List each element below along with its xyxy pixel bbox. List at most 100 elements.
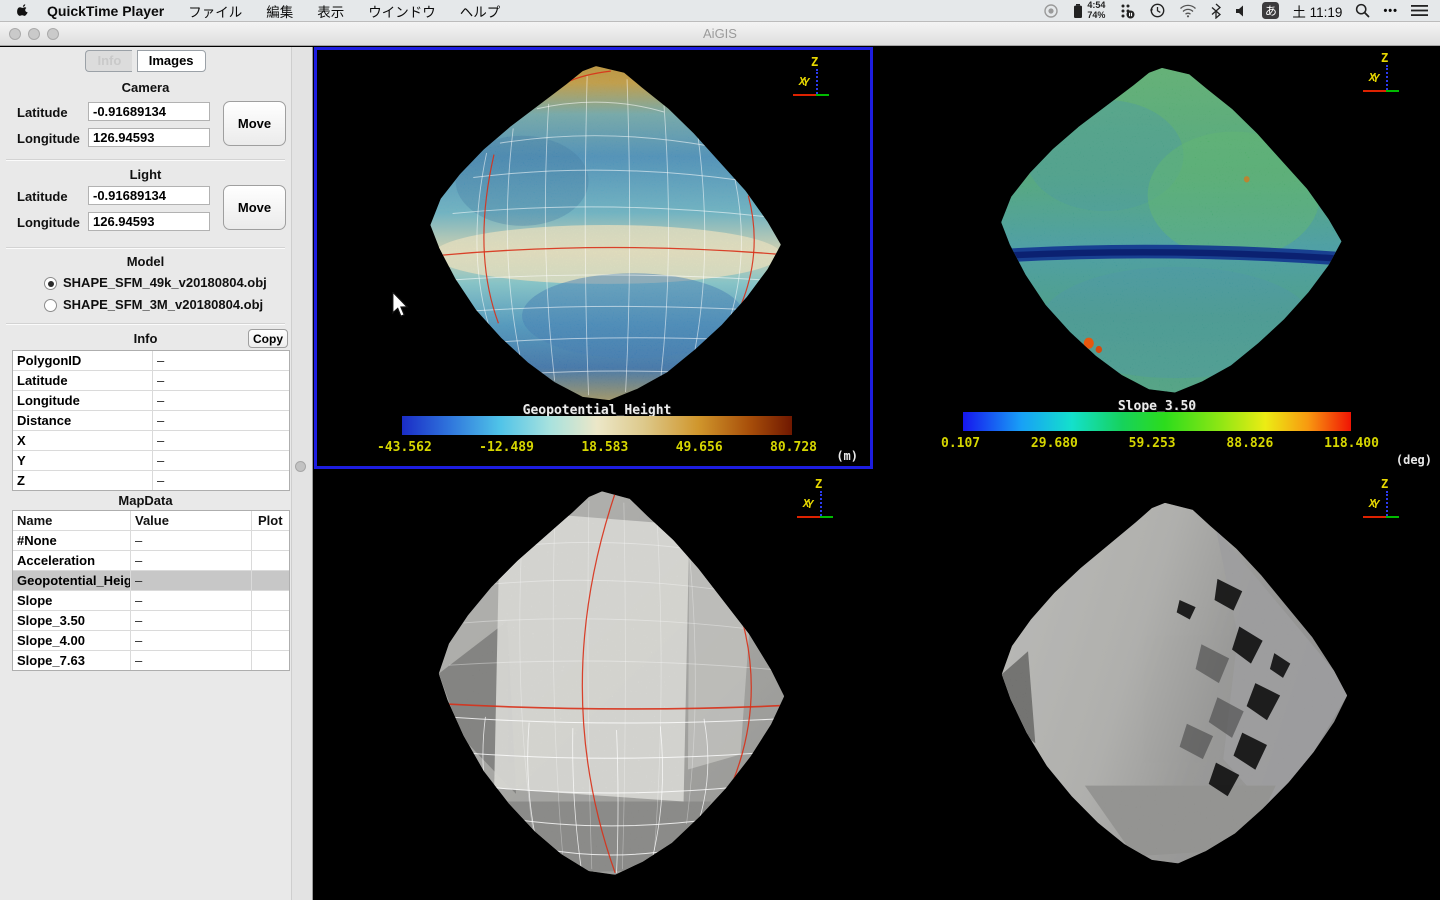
y-axis-line bbox=[816, 94, 829, 96]
battery-status[interactable]: 4:54 74% bbox=[1072, 1, 1105, 21]
x-axis-line bbox=[797, 516, 820, 518]
menu-bar-left: QuickTime Player ファイル 編集 表示 ウインドウ ヘルプ bbox=[8, 1, 524, 21]
menu-bar-status: 4:54 74% あ 土 11:19 bbox=[1043, 1, 1428, 21]
app-switcher-icon[interactable] bbox=[1118, 2, 1136, 20]
y-axis-line bbox=[820, 516, 833, 518]
model-option-49k-label[interactable]: SHAPE_SFM_49k_v20180804.obj bbox=[63, 275, 267, 290]
active-app-name[interactable]: QuickTime Player bbox=[47, 3, 164, 19]
mouse-cursor bbox=[391, 292, 409, 318]
model-option-3m-label[interactable]: SHAPE_SFM_3M_v20180804.obj bbox=[63, 297, 263, 312]
y-axis-line bbox=[1386, 90, 1399, 92]
viewport-grid: Geopotential_Height -43.562 -12.489 18.5… bbox=[313, 46, 1440, 900]
light-longitude-label: Longitude bbox=[17, 215, 80, 230]
sidebar-scrollbar[interactable] bbox=[291, 47, 312, 900]
input-source-icon[interactable]: あ bbox=[1262, 2, 1279, 19]
x-axis-line bbox=[1363, 90, 1386, 92]
info-row-longitude: Longitude– bbox=[13, 391, 289, 411]
camera-move-button[interactable]: Move bbox=[223, 101, 286, 146]
axis-triad: Z XY bbox=[790, 58, 832, 102]
info-row-z: Z– bbox=[13, 471, 289, 490]
mapdata-row-acceleration[interactable]: Acceleration– bbox=[13, 551, 289, 571]
axis-triad: Z XY bbox=[1360, 54, 1402, 98]
asteroid-render-texture-wireframe[interactable] bbox=[398, 482, 806, 886]
asteroid-render-geopotential[interactable] bbox=[389, 58, 803, 410]
light-latitude-label: Latitude bbox=[17, 189, 68, 204]
mapdata-section-title: MapData bbox=[0, 493, 291, 508]
info-row-x: X– bbox=[13, 431, 289, 451]
slope-unit: (deg) bbox=[1396, 453, 1432, 467]
mapdata-header-row: Name Value Plot bbox=[13, 511, 289, 531]
menu-view[interactable]: 表示 bbox=[317, 1, 344, 21]
light-longitude-field[interactable] bbox=[88, 212, 210, 231]
info-row-y: Y– bbox=[13, 451, 289, 471]
asteroid-render-texture-shaded[interactable] bbox=[961, 494, 1369, 874]
asteroid-render-slope[interactable] bbox=[961, 60, 1363, 402]
sidebar-tabs: Info Images bbox=[0, 50, 291, 72]
light-move-button[interactable]: Move bbox=[223, 185, 286, 230]
axis-triad: Z XY bbox=[794, 480, 836, 524]
wifi-icon[interactable] bbox=[1179, 2, 1197, 20]
camera-longitude-field[interactable] bbox=[88, 128, 210, 147]
time-machine-icon[interactable] bbox=[1149, 2, 1166, 20]
mapdata-row-slope-400[interactable]: Slope_4.00– bbox=[13, 631, 289, 651]
menu-edit[interactable]: 編集 bbox=[266, 1, 293, 21]
info-row-latitude: Latitude– bbox=[13, 371, 289, 391]
model-radio-3m[interactable] bbox=[44, 299, 57, 312]
bluetooth-icon[interactable] bbox=[1210, 2, 1222, 20]
axis-triad: Z XY bbox=[1360, 480, 1402, 524]
slope-colorbar bbox=[963, 412, 1351, 431]
window-title-bar[interactable]: AiGIS bbox=[0, 22, 1440, 46]
camera-latitude-field[interactable] bbox=[88, 102, 210, 121]
menu-clock[interactable]: 土 11:19 bbox=[1292, 1, 1342, 21]
spotlight-icon[interactable] bbox=[1355, 2, 1370, 20]
scrollbar-knob[interactable] bbox=[295, 461, 306, 472]
menu-window[interactable]: ウインドウ bbox=[368, 1, 436, 21]
viewport-texture-shaded[interactable]: Z XY bbox=[875, 472, 1440, 900]
info-row-polygonid: PolygonID– bbox=[13, 351, 289, 371]
info-row-distance: Distance– bbox=[13, 411, 289, 431]
section-divider bbox=[6, 159, 285, 160]
tab-info[interactable]: Info bbox=[85, 50, 132, 72]
battery-icon bbox=[1072, 3, 1084, 19]
menu-file[interactable]: ファイル bbox=[188, 1, 242, 21]
section-divider bbox=[6, 323, 285, 324]
geopotential-unit: (m) bbox=[836, 449, 858, 463]
camera-latitude-label: Latitude bbox=[17, 105, 68, 120]
mapdata-row-slope-350[interactable]: Slope_3.50– bbox=[13, 611, 289, 631]
mapdata-table: Name Value Plot #None– Acceleration– Geo… bbox=[12, 510, 290, 671]
camera-section-title: Camera bbox=[0, 80, 291, 95]
model-section-title: Model bbox=[0, 254, 291, 269]
screen-recording-icon[interactable] bbox=[1043, 2, 1059, 20]
viewport-texture-wireframe[interactable]: Z XY bbox=[313, 472, 874, 900]
model-radio-49k[interactable] bbox=[44, 277, 57, 290]
window-title: AiGIS bbox=[0, 26, 1440, 41]
viewport-slope[interactable]: Slope_3.50 0.107 29.680 59.253 88.826 11… bbox=[875, 46, 1440, 470]
mapdata-row-none[interactable]: #None– bbox=[13, 531, 289, 551]
camera-longitude-label: Longitude bbox=[17, 131, 80, 146]
geopotential-colorbar-ticks: -43.562 -12.489 18.583 49.656 80.728 bbox=[377, 440, 817, 455]
mapdata-row-geopotential-height[interactable]: Geopotential_Height– bbox=[13, 571, 289, 591]
geopotential-colorbar bbox=[402, 416, 792, 435]
notification-center-icon[interactable] bbox=[1411, 2, 1428, 20]
light-section-title: Light bbox=[0, 167, 291, 182]
tab-images[interactable]: Images bbox=[137, 50, 206, 72]
volume-icon[interactable] bbox=[1235, 2, 1249, 20]
x-axis-line bbox=[1363, 516, 1386, 518]
battery-percent: 74% bbox=[1087, 11, 1105, 21]
info-table: PolygonID– Latitude– Longitude– Distance… bbox=[12, 350, 290, 491]
apple-menu-icon[interactable] bbox=[16, 3, 31, 19]
mapdata-row-slope-763[interactable]: Slope_7.63– bbox=[13, 651, 289, 670]
menu-bar: QuickTime Player ファイル 編集 表示 ウインドウ ヘルプ 4:… bbox=[0, 0, 1440, 22]
screen: QuickTime Player ファイル 編集 表示 ウインドウ ヘルプ 4:… bbox=[0, 0, 1440, 900]
more-status-icon[interactable]: ••• bbox=[1383, 5, 1398, 17]
copy-button[interactable]: Copy bbox=[248, 329, 288, 348]
section-divider bbox=[6, 247, 285, 248]
control-sidebar: Info Images Camera Latitude Longitude Mo… bbox=[0, 47, 313, 900]
slope-colorbar-ticks: 0.107 29.680 59.253 88.826 118.400 bbox=[941, 436, 1379, 451]
light-latitude-field[interactable] bbox=[88, 186, 210, 205]
mapdata-row-slope[interactable]: Slope– bbox=[13, 591, 289, 611]
menu-help[interactable]: ヘルプ bbox=[460, 1, 501, 21]
x-axis-line bbox=[793, 94, 816, 96]
y-axis-line bbox=[1386, 516, 1399, 518]
viewport-geopotential[interactable]: Geopotential_Height -43.562 -12.489 18.5… bbox=[314, 47, 873, 469]
